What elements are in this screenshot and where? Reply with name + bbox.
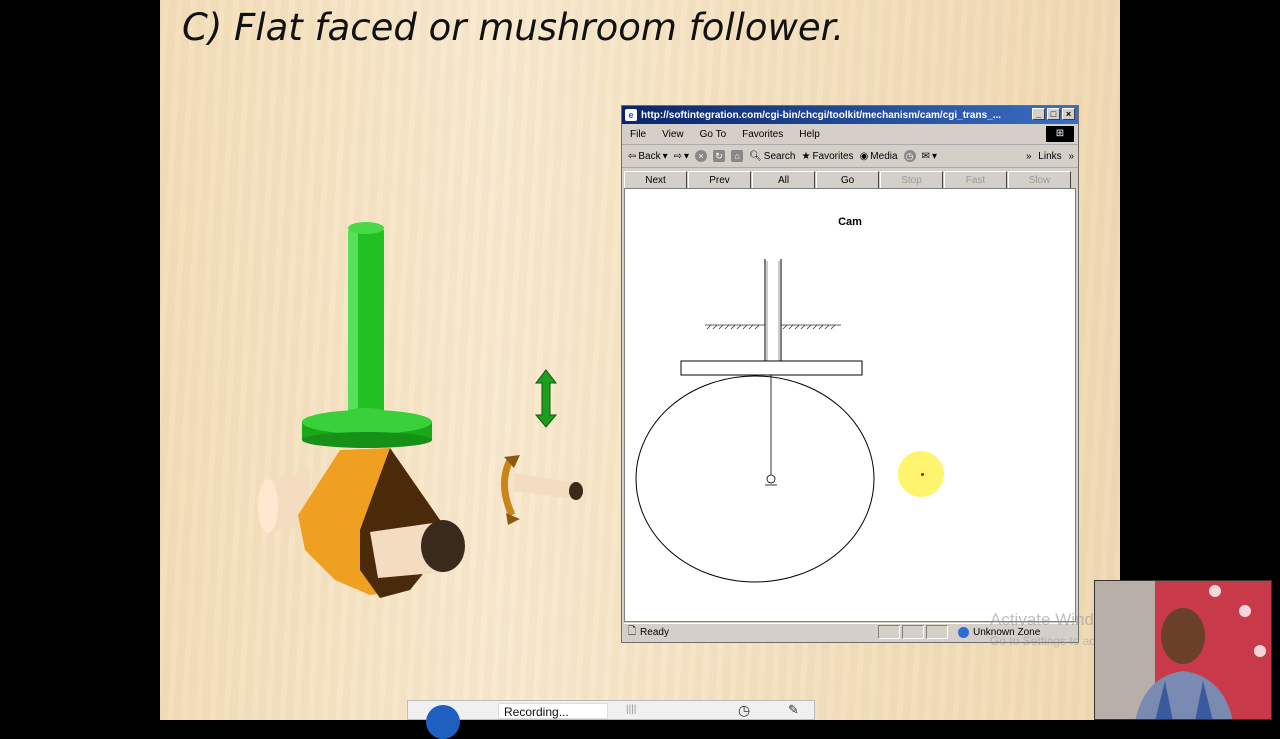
back-arrow-icon: ⇦ — [628, 150, 637, 162]
browser-url-title: http://softintegration.com/cgi-bin/chcgi… — [641, 109, 1002, 121]
menu-bar: File View Go To Favorites Help ⊞ — [622, 124, 1078, 145]
screen-recorder-bar: Recording... |||| ◷ ✎ — [407, 700, 815, 739]
chevron-right-icon: » — [1068, 150, 1074, 162]
timer-icon[interactable]: ◷ — [738, 702, 750, 719]
history-icon[interactable]: ◷ — [903, 150, 916, 162]
pen-icon[interactable]: ✎ — [788, 702, 799, 718]
page-status-icon: 🗋 — [628, 625, 637, 637]
stop-button[interactable]: Stop — [880, 171, 943, 189]
search-label: Search — [763, 150, 796, 162]
search-icon: 🔍︎ — [749, 150, 762, 162]
mouse-cursor-icon — [921, 473, 924, 476]
links-label: Links — [1038, 150, 1062, 162]
ie-page-icon: e — [625, 109, 637, 121]
motion-indicators — [501, 369, 583, 525]
stop-icon[interactable]: × — [695, 150, 708, 162]
chevron-down-icon: ▾ — [662, 150, 668, 162]
slow-button[interactable]: Slow — [1008, 171, 1071, 189]
media-button[interactable]: ◉ Media — [860, 151, 898, 162]
recorder-logo-icon — [426, 705, 460, 739]
follower-stem — [764, 259, 782, 361]
close-button[interactable]: × — [1062, 108, 1075, 120]
animation-controls: Next Prev All Go Stop Fast Slow — [624, 171, 1078, 189]
search-button[interactable]: 🔍︎ Search — [749, 151, 795, 162]
forward-arrow-icon: ⇨ — [673, 150, 683, 162]
guide-left — [705, 324, 765, 330]
status-cell — [878, 625, 900, 639]
cam-pivot-icon — [765, 474, 777, 486]
minimize-button[interactable]: _ — [1032, 108, 1045, 120]
presenter-video — [1095, 581, 1271, 719]
cam-follower-model — [258, 222, 465, 598]
globe-icon — [958, 626, 969, 638]
go-button[interactable]: Go — [816, 171, 879, 189]
follower-flat-face — [680, 360, 863, 376]
menu-file[interactable]: File — [630, 129, 646, 140]
browser-titlebar[interactable]: e http://softintegration.com/cgi-bin/chc… — [622, 106, 1078, 124]
cam-diagram — [635, 259, 875, 583]
forward-button[interactable]: ⇨ ▾ — [674, 151, 689, 162]
status-cell — [902, 625, 924, 639]
media-label: Media — [870, 150, 898, 162]
windows-logo-icon: ⊞ — [1046, 126, 1074, 142]
chevron-down-icon: ▾ — [684, 150, 690, 162]
menu-goto[interactable]: Go To — [700, 129, 727, 140]
slide-title: C) Flat faced or mushroom follower. — [182, 6, 845, 49]
home-icon[interactable]: ⌂ — [731, 150, 744, 162]
webcam-overlay — [1094, 580, 1272, 720]
browser-toolbar: ⇦ Back ▾ ⇨ ▾ × ↻ ⌂ 🔍︎ Search ★ Favorites ◉ Med… — [622, 145, 1078, 168]
mail-icon: ✉ — [921, 150, 930, 162]
chevron-right-icon: » — [1025, 150, 1032, 162]
favorites-button[interactable]: ★ Favorites — [801, 151, 853, 162]
audio-level-icon: |||| — [626, 704, 637, 715]
favorites-icon: ★ — [801, 150, 811, 162]
browser-window[interactable]: e http://softintegration.com/cgi-bin/chc… — [621, 105, 1079, 643]
next-button[interactable]: Next — [624, 171, 687, 189]
translation-arrow-icon — [534, 369, 558, 428]
cam-profile — [635, 375, 875, 583]
status-cell — [926, 625, 948, 639]
back-label: Back — [638, 150, 661, 162]
prev-button[interactable]: Prev — [688, 171, 751, 189]
links-button[interactable]: » Links » — [1026, 151, 1074, 162]
chevron-down-icon: ▾ — [931, 150, 937, 162]
menu-help[interactable]: Help — [799, 129, 820, 140]
maximize-button[interactable]: □ — [1047, 108, 1060, 120]
guide-right — [781, 324, 841, 330]
menu-view[interactable]: View — [662, 129, 684, 140]
favorites-label: Favorites — [812, 150, 854, 162]
rotation-shaft-icon — [501, 455, 583, 525]
fast-button[interactable]: Fast — [944, 171, 1007, 189]
menu-favorites[interactable]: Favorites — [742, 129, 783, 140]
refresh-icon[interactable]: ↻ — [713, 150, 726, 162]
status-ready: Ready — [640, 626, 669, 638]
mail-button[interactable]: ✉ ▾ — [922, 151, 937, 162]
back-button[interactable]: ⇦ Back ▾ — [628, 151, 668, 162]
all-button[interactable]: All — [752, 171, 815, 189]
media-icon: ◉ — [859, 150, 869, 162]
recording-status: Recording... — [504, 705, 569, 719]
page-content: Cam — [624, 188, 1076, 622]
